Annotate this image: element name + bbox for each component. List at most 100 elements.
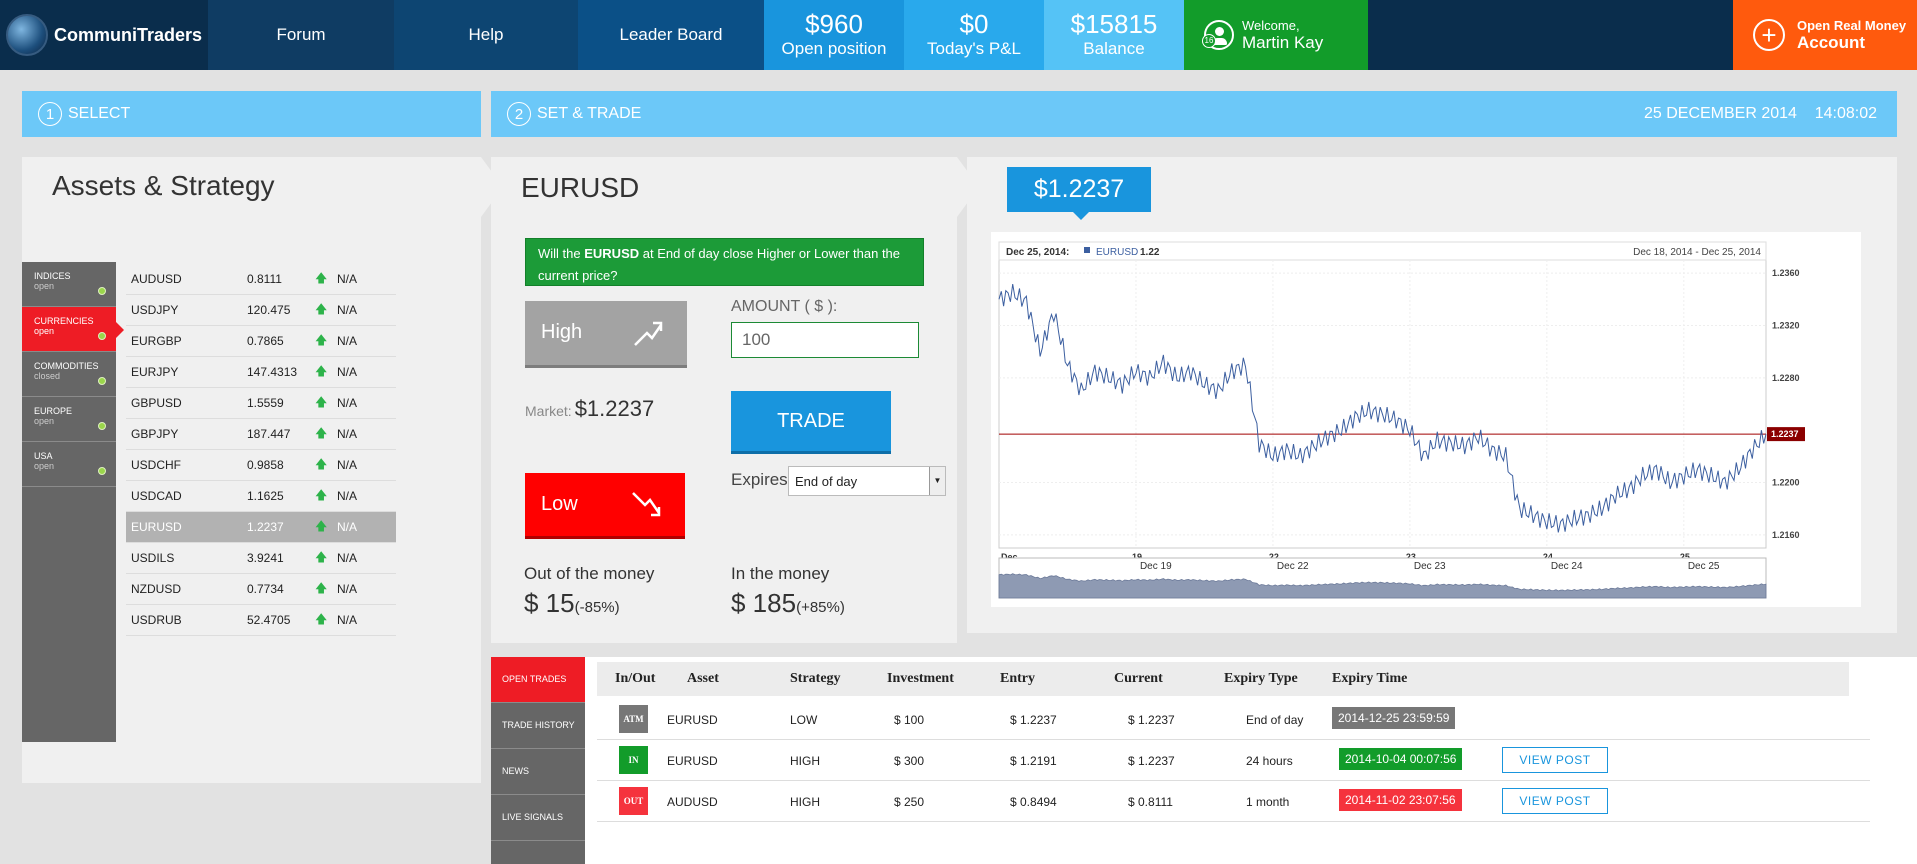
arrow-up-right-icon (634, 321, 663, 346)
dropdown-caret-icon[interactable]: ▼ (929, 467, 945, 495)
asset-change: N/A (337, 303, 358, 317)
asset-row[interactable]: NZDUSD 0.7734 🡅 N/A (126, 574, 396, 605)
asset-name: EURUSD (131, 520, 182, 534)
asset-row[interactable]: USDCAD 1.1625 🡅 N/A (126, 481, 396, 512)
trade-row[interactable]: OUT AUDUSD HIGH $ 250 $ 0.8494 $ 0.8111 1 mont… (597, 781, 1870, 822)
column-header[interactable]: Investment (887, 671, 954, 687)
nav-help[interactable]: Help (394, 0, 578, 70)
out-of-money: Out of the money $ 15(-85%) (524, 564, 654, 619)
nav-leader-board[interactable]: Leader Board (578, 0, 764, 70)
trade-asset: EURUSD (667, 713, 718, 727)
low-button[interactable]: Low (525, 473, 685, 536)
tab-live-signals[interactable]: LIVE SIGNALS (491, 795, 585, 841)
column-header[interactable]: Expiry Time (1332, 671, 1407, 687)
asset-row[interactable]: AUDUSD 0.8111 🡅 N/A (126, 264, 396, 295)
time-text: 14:08:02 (1814, 105, 1877, 122)
otm-value: $ 15 (524, 588, 575, 618)
trade-strategy: HIGH (790, 754, 820, 768)
tab-trade-history[interactable]: TRADE HISTORY (491, 703, 585, 749)
status-dot-icon (98, 377, 106, 385)
otm-pct: (-85%) (574, 599, 620, 616)
asset-row[interactable]: EURGBP 0.7865 🡅 N/A (126, 326, 396, 357)
column-header[interactable]: Strategy (790, 671, 841, 687)
trade-investment: $ 250 (894, 795, 925, 809)
asset-name: NZDUSD (131, 582, 181, 596)
navigator-tick-label: Dec 25 (1688, 561, 1720, 572)
todays-pnl-stat[interactable]: $0 Today's P&L (904, 0, 1044, 70)
trade-expiry-time: 2014-11-02 23:07:56 (1339, 789, 1462, 811)
high-label: High (541, 321, 583, 343)
price-chart[interactable]: Dec 25, 2014: EURUSD 1.22 Dec 18, 2014 -… (991, 232, 1861, 607)
amount-input[interactable] (731, 322, 919, 358)
trade-expiry-type: 1 month (1246, 795, 1290, 809)
plot-frame (998, 241, 1767, 549)
column-header[interactable]: In/Out (615, 671, 655, 687)
view-post-button[interactable]: VIEW POST (1502, 788, 1608, 814)
globe-logo-icon (6, 14, 48, 56)
asset-change: N/A (337, 365, 358, 379)
trade-strategy: LOW (790, 713, 818, 727)
category-currencies[interactable]: CURRENCIES open (22, 307, 124, 352)
column-header[interactable]: Entry (1000, 671, 1035, 687)
question-asset: EURUSD (584, 246, 640, 261)
tab-news[interactable]: NEWS (491, 749, 585, 795)
asset-row[interactable]: USDCHF 0.9858 🡅 N/A (126, 450, 396, 481)
nav-forum[interactable]: Forum (208, 0, 394, 70)
trade-row[interactable]: IN EURUSD HIGH $ 300 $ 1.2191 $ 1.2237 24 hour… (597, 740, 1870, 781)
view-post-button[interactable]: VIEW POST (1502, 747, 1608, 773)
high-button[interactable]: High (525, 301, 687, 365)
asset-title: EURUSD (521, 172, 640, 203)
arrow-up-icon: 🡅 (315, 549, 328, 564)
asset-row[interactable]: EURJPY 147.4313 🡅 N/A (126, 357, 396, 388)
y-tick-label: 1.2160 (1772, 530, 1800, 540)
arrow-up-icon: 🡅 (315, 363, 328, 378)
tab-open-trades[interactable]: OPEN TRADES (491, 657, 593, 703)
asset-price: 0.7865 (247, 334, 284, 348)
asset-row[interactable]: GBPUSD 1.5559 🡅 N/A (126, 388, 396, 419)
asset-row[interactable]: USDILS 3.9241 🡅 N/A (126, 543, 396, 574)
expires-label: Expires (731, 470, 788, 489)
asset-change: N/A (337, 427, 358, 441)
asset-row[interactable]: GBPJPY 187.447 🡅 N/A (126, 419, 396, 450)
trade-expiry-type: 24 hours (1246, 754, 1293, 768)
column-header[interactable]: Expiry Type (1224, 671, 1298, 687)
asset-name: USDJPY (131, 303, 179, 317)
nav-leader-board-label: Leader Board (619, 25, 723, 44)
trade-entry: $ 1.2191 (1010, 754, 1057, 768)
arrow-up-icon: 🡅 (315, 270, 328, 285)
asset-name: EURJPY (131, 365, 179, 379)
trade-label: TRADE (777, 409, 845, 432)
user-level-badge: 16 (1202, 34, 1216, 48)
user-icon: 16 (1202, 20, 1234, 50)
arrow-up-icon: 🡅 (315, 487, 328, 502)
category-europe[interactable]: EUROPE open (22, 397, 116, 442)
asset-row[interactable]: EURUSD 1.2237 🡅 N/A (126, 512, 396, 543)
expires-select[interactable]: End of day ▼ (788, 466, 946, 496)
trade-asset: EURUSD (667, 754, 718, 768)
asset-name: GBPUSD (131, 396, 182, 410)
asset-row[interactable]: USDRUB 52.4705 🡅 N/A (126, 605, 396, 636)
balance-stat[interactable]: $15815 Balance (1044, 0, 1184, 70)
open-account-line1: Open Real Money (1797, 17, 1907, 33)
column-header[interactable]: Asset (687, 671, 719, 687)
user-welcome[interactable]: 16 Welcome, Martin Kay (1184, 0, 1368, 70)
category-name: USA (34, 451, 53, 461)
asset-price: 0.8111 (247, 272, 282, 286)
step2-number: 2 (507, 102, 531, 126)
brand-logo[interactable]: CommuniTraders (0, 0, 208, 70)
itm-pct: (+85%) (796, 599, 845, 616)
navigator-tick-label: Dec 22 (1277, 561, 1309, 572)
trade-row[interactable]: ATM EURUSD LOW $ 100 $ 1.2237 $ 1.2237 End of … (597, 699, 1870, 740)
column-header[interactable]: Current (1114, 671, 1163, 687)
arrow-up-icon: 🡅 (315, 394, 328, 409)
category-usa[interactable]: USA open (22, 442, 116, 487)
trade-asset: AUDUSD (667, 795, 718, 809)
open-position-stat[interactable]: $960 Open position (764, 0, 904, 70)
asset-row[interactable]: USDJPY 120.475 🡅 N/A (126, 295, 396, 326)
open-real-account-button[interactable]: + Open Real Money Account (1733, 0, 1917, 70)
trade-current: $ 0.8111 (1128, 795, 1173, 809)
trade-button[interactable]: TRADE (731, 391, 891, 451)
navigator-tick-label: Dec 23 (1414, 561, 1446, 572)
category-commodities[interactable]: COMMODITIES closed (22, 352, 116, 397)
category-indices[interactable]: INDICES open (22, 262, 116, 307)
